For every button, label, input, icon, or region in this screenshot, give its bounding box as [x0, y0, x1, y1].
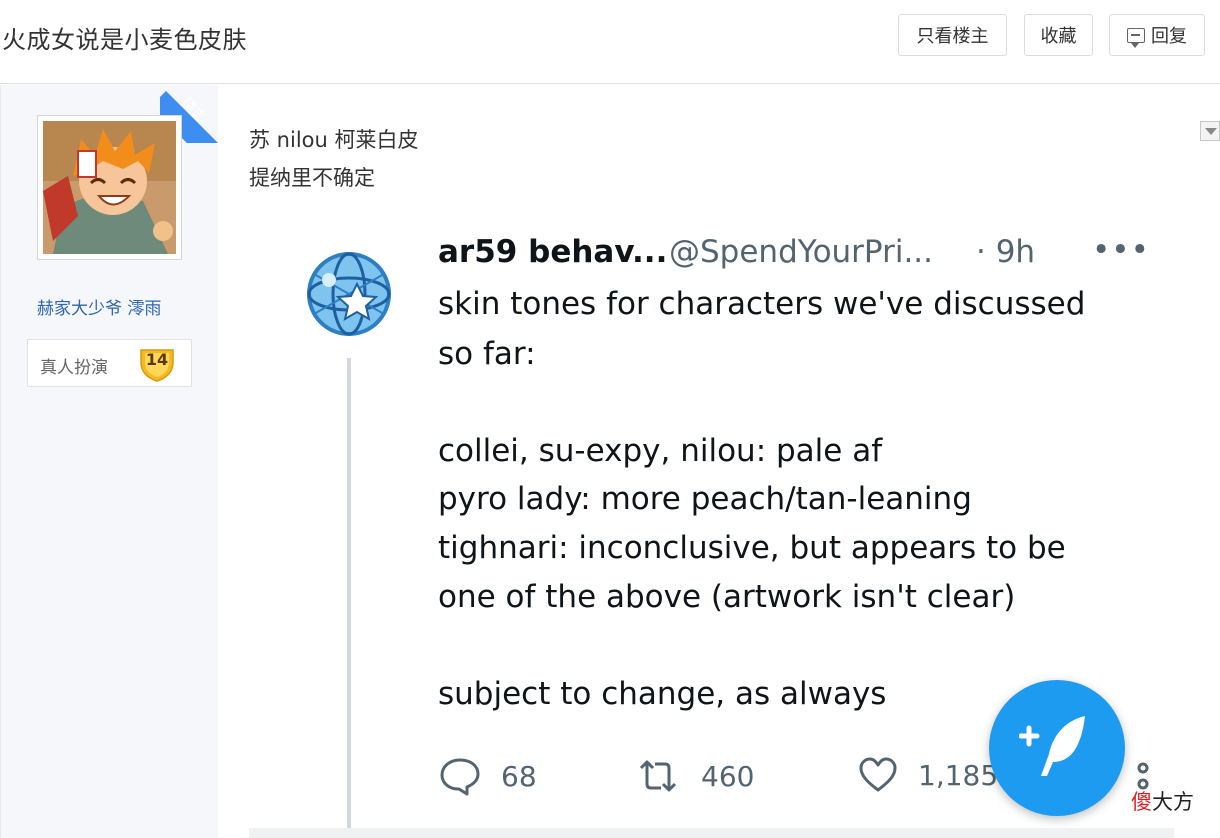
collect-button[interactable]: 收藏 [1024, 14, 1093, 56]
watermark-red-char: 傻 [1131, 790, 1152, 814]
feather-compose-icon [1019, 716, 1085, 776]
speech-bubble-icon [440, 758, 480, 796]
retweet-icon [639, 760, 677, 792]
member-level: 真人扮演 14 [27, 339, 192, 387]
globe-avatar-icon [305, 250, 393, 338]
tweet-reply-action: 68 [439, 756, 537, 796]
heart-icon [859, 757, 897, 792]
only-op-button[interactable]: 只看楼主 [898, 14, 1007, 56]
reply-count: 68 [501, 759, 537, 793]
avatar-image [43, 121, 176, 254]
tweet-handle: @SpendYourPri... [669, 234, 933, 270]
tweet-text-line: subject to change, as always [438, 676, 887, 712]
watermark: 傻大方 [1131, 786, 1194, 816]
author-avatar[interactable] [37, 115, 182, 260]
level-title: 真人扮演 [40, 358, 108, 378]
like-count: 1,185 [918, 758, 999, 792]
watermark-text: 大方 [1152, 790, 1194, 814]
post-options-dropdown-icon[interactable] [1200, 121, 1220, 141]
thread-header: 火成女说是小麦色皮肤 只看楼主 收藏 回复 [0, 0, 1220, 84]
retweet-count: 460 [701, 759, 755, 793]
more-options-icon: ••• [1092, 232, 1150, 268]
tweet-bottom-divider [249, 828, 1174, 838]
tweet-text-line: skin tones for characters we've discusse… [438, 286, 1086, 322]
tweet-text-line: so far: [438, 336, 536, 372]
compose-tweet-button [989, 680, 1125, 816]
reply-button[interactable]: 回复 [1109, 14, 1205, 56]
tweet-display-name: ar59 behav... [438, 234, 668, 270]
author-name-link[interactable]: 赫家大少爷 澪雨 [37, 294, 161, 319]
thread-title: 火成女说是小麦色皮肤 [2, 26, 247, 54]
post-text-line: 提纳里不确定 [249, 166, 375, 190]
level-badge: 14 [138, 346, 176, 382]
tweet-like-action: 1,185 [858, 756, 998, 794]
tweet-text-line: one of the above (artwork isn't clear) [438, 579, 1016, 615]
comment-icon [1127, 27, 1145, 48]
tweet-avatar [299, 244, 399, 344]
tweet-text-line: tighnari: inconclusive, but appears to b… [438, 530, 1066, 566]
thread-connector-line [347, 358, 351, 838]
embedded-tweet-image: ar59 behav... @SpendYourPri... · 9h ••• … [249, 208, 1220, 838]
tweet-time: · 9h [976, 234, 1036, 270]
tweet-text-line: collei, su-expy, nilou: pale af [438, 433, 883, 469]
level-number: 14 [145, 350, 169, 369]
post-text-line: 苏 nilou 柯莱白皮 [249, 128, 419, 152]
reply-button-label: 回复 [1151, 26, 1187, 47]
tweet-text-line: pyro lady: more peach/tan-leaning [438, 481, 972, 517]
tweet-retweet-action: 460 [635, 756, 754, 796]
